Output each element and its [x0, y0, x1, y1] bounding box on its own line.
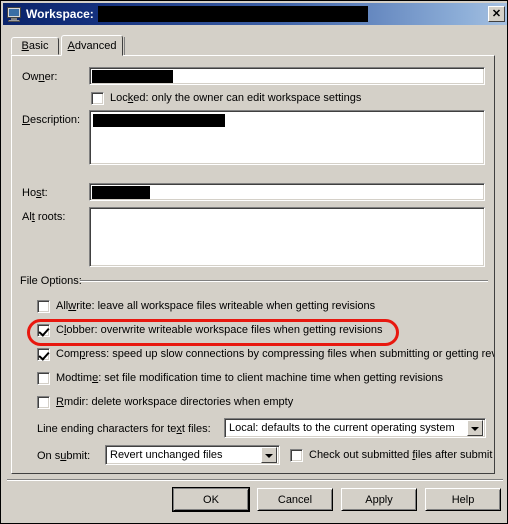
- checkout-after-submit-row[interactable]: Check out submitted files after submit: [290, 448, 492, 462]
- file-options-group-line: [80, 280, 488, 282]
- tab-basic-label: Basic: [21, 40, 49, 52]
- chevron-down-icon[interactable]: [467, 420, 483, 436]
- checkout-after-submit-label: Check out submitted files after submit: [309, 449, 493, 461]
- window-title: Workspace:: [26, 7, 94, 21]
- compress-checkbox[interactable]: [37, 348, 50, 361]
- workspace-dialog: Workspace: ✕ Basic Advanced Owner: Locke…: [0, 0, 508, 524]
- rmdir-checkbox-row[interactable]: Rmdir: delete workspace directories when…: [37, 395, 293, 409]
- line-ending-combobox[interactable]: Local: defaults to the current operating…: [224, 418, 486, 438]
- rmdir-checkbox-label: Rmdir: delete workspace directories when…: [56, 396, 294, 408]
- close-icon[interactable]: ✕: [488, 6, 505, 22]
- locked-checkbox-label: Locked: only the owner can edit workspac…: [110, 92, 362, 104]
- checkout-after-submit-checkbox[interactable]: [290, 449, 303, 462]
- compress-checkbox-row[interactable]: Compress: speed up slow connections by c…: [37, 347, 495, 361]
- footer-separator: [7, 479, 503, 481]
- alt-roots-input[interactable]: [89, 207, 485, 267]
- clobber-checkbox[interactable]: [37, 324, 50, 337]
- ok-button[interactable]: OK: [172, 487, 250, 512]
- owner-label: Owner:: [22, 71, 58, 83]
- window-title-redacted-value: [97, 6, 368, 22]
- help-button[interactable]: Help: [425, 488, 501, 511]
- tab-advanced[interactable]: Advanced: [61, 35, 123, 56]
- host-redacted-value: [92, 186, 150, 199]
- tab-basic[interactable]: Basic: [11, 37, 59, 55]
- clobber-checkbox-label: Clobber: overwrite writeable workspace f…: [56, 324, 383, 336]
- locked-checkbox[interactable]: [91, 92, 104, 105]
- allwrite-checkbox[interactable]: [37, 300, 50, 313]
- on-submit-label: On submit:: [37, 450, 91, 462]
- monitor-icon: [6, 6, 22, 22]
- advanced-tab-page: Owner: Locked: only the owner can edit w…: [11, 55, 495, 474]
- allwrite-checkbox-label: Allwrite: leave all workspace files writ…: [56, 300, 376, 312]
- on-submit-combobox[interactable]: Revert unchanged files: [105, 445, 280, 465]
- description-label: Description:: [22, 114, 81, 126]
- description-input[interactable]: [89, 110, 485, 165]
- rmdir-checkbox[interactable]: [37, 396, 50, 409]
- modtime-checkbox[interactable]: [37, 372, 50, 385]
- locked-checkbox-row[interactable]: Locked: only the owner can edit workspac…: [91, 91, 361, 105]
- modtime-checkbox-label: Modtime: set file modification time to c…: [56, 372, 444, 384]
- compress-checkbox-label: Compress: speed up slow connections by c…: [56, 348, 495, 360]
- chevron-down-icon-2[interactable]: [261, 447, 277, 463]
- clobber-checkbox-row[interactable]: Clobber: overwrite writeable workspace f…: [37, 323, 383, 337]
- tab-strip-edge: [124, 37, 125, 56]
- file-options-legend: File Options:: [20, 275, 82, 287]
- modtime-checkbox-row[interactable]: Modtime: set file modification time to c…: [37, 371, 443, 385]
- tab-strip: Basic Advanced: [11, 35, 495, 56]
- owner-redacted-value: [92, 70, 173, 83]
- host-label: Host:: [22, 187, 48, 199]
- alt-roots-label: Alt roots:: [22, 211, 66, 223]
- host-input[interactable]: [89, 183, 485, 201]
- on-submit-value: Revert unchanged files: [110, 449, 223, 461]
- cancel-button[interactable]: Cancel: [257, 488, 333, 511]
- line-ending-label: Line ending characters for text files:: [37, 423, 211, 435]
- title-bar[interactable]: Workspace: ✕: [3, 3, 507, 25]
- tab-advanced-label: Advanced: [67, 39, 117, 52]
- allwrite-checkbox-row[interactable]: Allwrite: leave all workspace files writ…: [37, 299, 375, 313]
- owner-input[interactable]: [89, 67, 485, 85]
- apply-button[interactable]: Apply: [341, 488, 417, 511]
- description-redacted-value: [93, 114, 225, 127]
- line-ending-value: Local: defaults to the current operating…: [229, 422, 455, 434]
